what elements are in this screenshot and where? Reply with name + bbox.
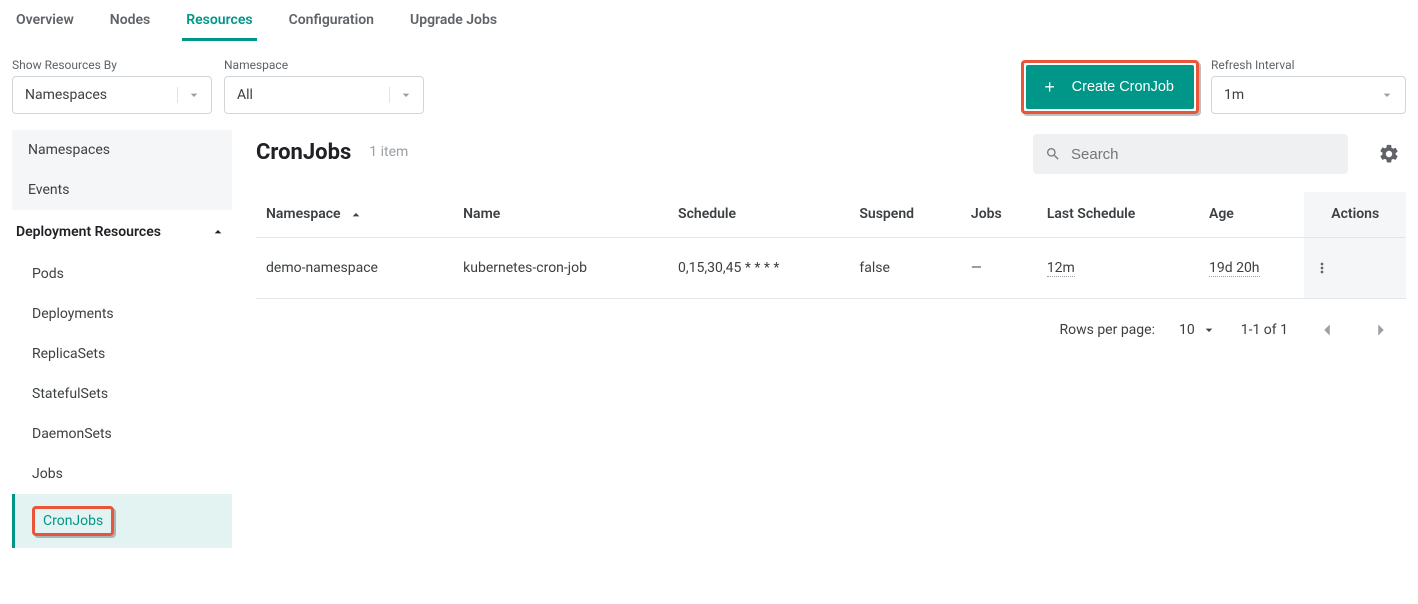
cronjobs-table: Namespace Name Schedule Suspend Jobs Las… xyxy=(256,192,1406,299)
pager: Rows per page: 10 1-1 of 1 xyxy=(256,299,1406,361)
sidebar-item-deployments[interactable]: Deployments xyxy=(12,294,232,334)
tab-resources[interactable]: Resources xyxy=(182,0,256,41)
create-cronjob-button[interactable]: + Create CronJob xyxy=(1026,65,1194,109)
sidebar-cronjobs-highlight: CronJobs xyxy=(32,506,114,536)
refresh-interval-value: 1m xyxy=(1224,87,1244,103)
col-name[interactable]: Name xyxy=(453,192,668,237)
cell-last-schedule: 12m xyxy=(1037,237,1199,298)
pager-prev-button[interactable] xyxy=(1312,315,1342,345)
chevron-right-icon xyxy=(1370,319,1392,341)
tab-upgrade-jobs[interactable]: Upgrade Jobs xyxy=(406,0,501,41)
rows-per-page-value: 10 xyxy=(1179,322,1195,338)
top-tabs: Overview Nodes Resources Configuration U… xyxy=(0,0,1418,42)
namespace-filter-value: All xyxy=(237,87,253,103)
table-row: demo-namespace kubernetes-cron-job 0,15,… xyxy=(256,237,1406,298)
sidebar-item-pods[interactable]: Pods xyxy=(12,254,232,294)
cell-age-value: 19d 20h xyxy=(1209,260,1260,277)
col-actions: Actions xyxy=(1304,192,1406,237)
rows-per-page-label: Rows per page: xyxy=(1059,322,1154,338)
col-last-schedule[interactable]: Last Schedule xyxy=(1037,192,1199,237)
col-namespace-label: Namespace xyxy=(266,206,341,222)
row-actions-button[interactable] xyxy=(1314,260,1396,276)
chevron-down-icon xyxy=(177,87,203,103)
search-box[interactable] xyxy=(1033,134,1348,174)
chevron-down-icon xyxy=(1371,87,1397,103)
sidebar-item-statefulsets[interactable]: StatefulSets xyxy=(12,374,232,414)
gear-icon xyxy=(1378,143,1400,165)
sidebar-item-cronjobs[interactable]: CronJobs xyxy=(12,494,232,548)
show-resources-by-label: Show Resources By xyxy=(12,58,212,72)
col-namespace[interactable]: Namespace xyxy=(256,192,453,237)
col-jobs[interactable]: Jobs xyxy=(961,192,1037,237)
sidebar-item-events[interactable]: Events xyxy=(12,170,232,210)
item-count: 1 item xyxy=(369,144,408,160)
col-age[interactable]: Age xyxy=(1199,192,1304,237)
tab-nodes[interactable]: Nodes xyxy=(106,0,154,41)
cell-suspend: false xyxy=(849,237,961,298)
create-cronjob-highlight: + Create CronJob xyxy=(1021,60,1199,114)
refresh-interval-label: Refresh Interval xyxy=(1211,58,1406,72)
refresh-interval-select[interactable]: 1m xyxy=(1211,76,1406,114)
chevron-up-icon xyxy=(210,224,226,240)
col-suspend[interactable]: Suspend xyxy=(849,192,961,237)
more-vert-icon xyxy=(1314,260,1330,276)
sidebar-item-replicasets[interactable]: ReplicaSets xyxy=(12,334,232,374)
settings-button[interactable] xyxy=(1372,137,1406,171)
plus-icon: + xyxy=(1040,77,1060,97)
sidebar-item-namespaces[interactable]: Namespaces xyxy=(12,130,232,170)
toolbar-row: Show Resources By Namespaces Namespace A… xyxy=(0,42,1418,122)
col-schedule[interactable]: Schedule xyxy=(668,192,849,237)
create-cronjob-label: Create CronJob xyxy=(1072,79,1174,95)
namespace-filter-select[interactable]: All xyxy=(224,76,424,114)
pager-next-button[interactable] xyxy=(1366,315,1396,345)
namespace-filter-label: Namespace xyxy=(224,58,424,72)
sidebar-group-label: Deployment Resources xyxy=(16,224,161,240)
sidebar-group-deployment-resources[interactable]: Deployment Resources xyxy=(12,210,232,254)
cell-name: kubernetes-cron-job xyxy=(453,237,668,298)
cell-age: 19d 20h xyxy=(1199,237,1304,298)
sidebar-item-jobs[interactable]: Jobs xyxy=(12,454,232,494)
cell-namespace: demo-namespace xyxy=(256,237,453,298)
chevron-left-icon xyxy=(1316,319,1338,341)
content-area: CronJobs 1 item Namespace xyxy=(256,122,1406,548)
cell-jobs: — xyxy=(961,237,1037,298)
rows-per-page-select[interactable]: 10 xyxy=(1179,322,1217,338)
show-resources-by-select[interactable]: Namespaces xyxy=(12,76,212,114)
search-input[interactable] xyxy=(1071,146,1336,163)
tab-configuration[interactable]: Configuration xyxy=(285,0,378,41)
chevron-down-icon xyxy=(1201,322,1217,338)
sort-asc-icon xyxy=(348,207,364,221)
sidebar-item-label: CronJobs xyxy=(43,513,103,529)
search-icon xyxy=(1045,146,1061,162)
cell-schedule: 0,15,30,45 * * * * xyxy=(668,237,849,298)
page-title: CronJobs xyxy=(256,140,351,165)
tab-overview[interactable]: Overview xyxy=(12,0,78,41)
sidebar-item-daemonsets[interactable]: DaemonSets xyxy=(12,414,232,454)
chevron-down-icon xyxy=(389,87,415,103)
sidebar: Namespaces Events Deployment Resources P… xyxy=(12,122,232,548)
show-resources-by-value: Namespaces xyxy=(25,87,107,103)
cell-last-schedule-value: 12m xyxy=(1047,260,1075,277)
pager-range: 1-1 of 1 xyxy=(1241,322,1288,338)
